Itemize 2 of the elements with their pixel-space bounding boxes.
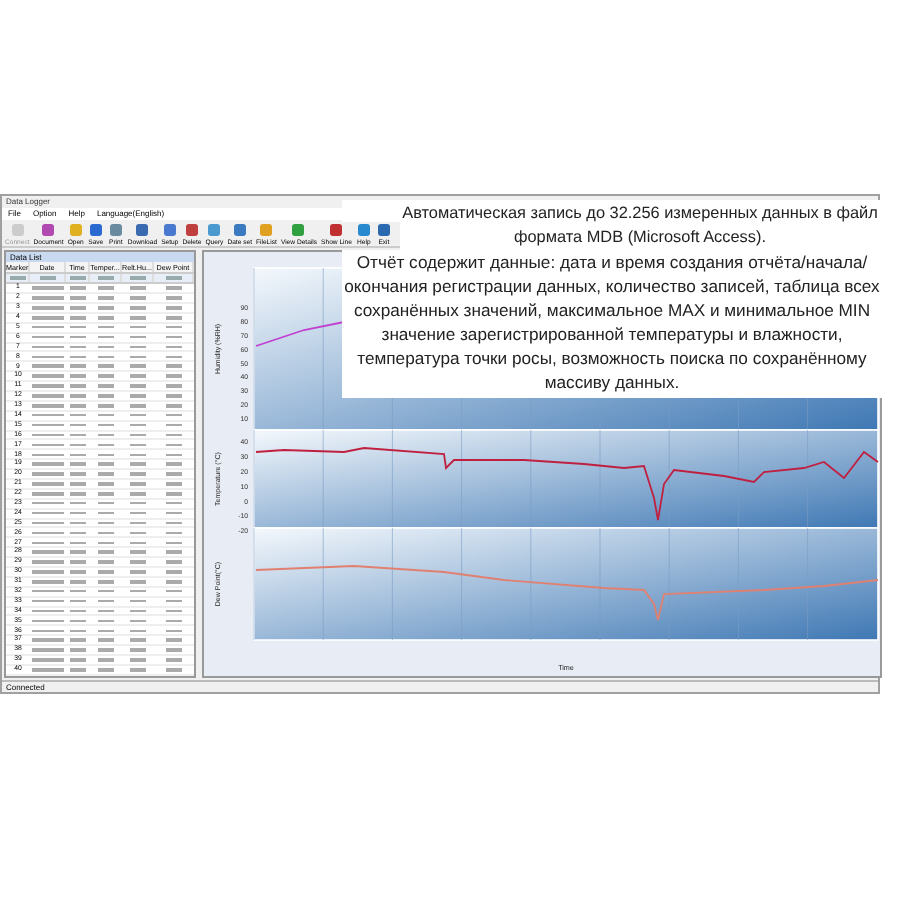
description-text: Автоматическая запись до 32.256 измеренных данных в файл формата MDB (Microsoft Access). xyxy=(400,202,880,250)
description-text: Отчёт содержит данные: дата и время создания отчёта/начала/окончания регистрации данных, количество записей, таблица всех сохранённых значений, максимальное MAX и минимальное MIN значение зарегистрированной температуры и влажности, температура точки росы, возможность поиска по сохранённому массиву данных. xyxy=(342,250,882,394)
